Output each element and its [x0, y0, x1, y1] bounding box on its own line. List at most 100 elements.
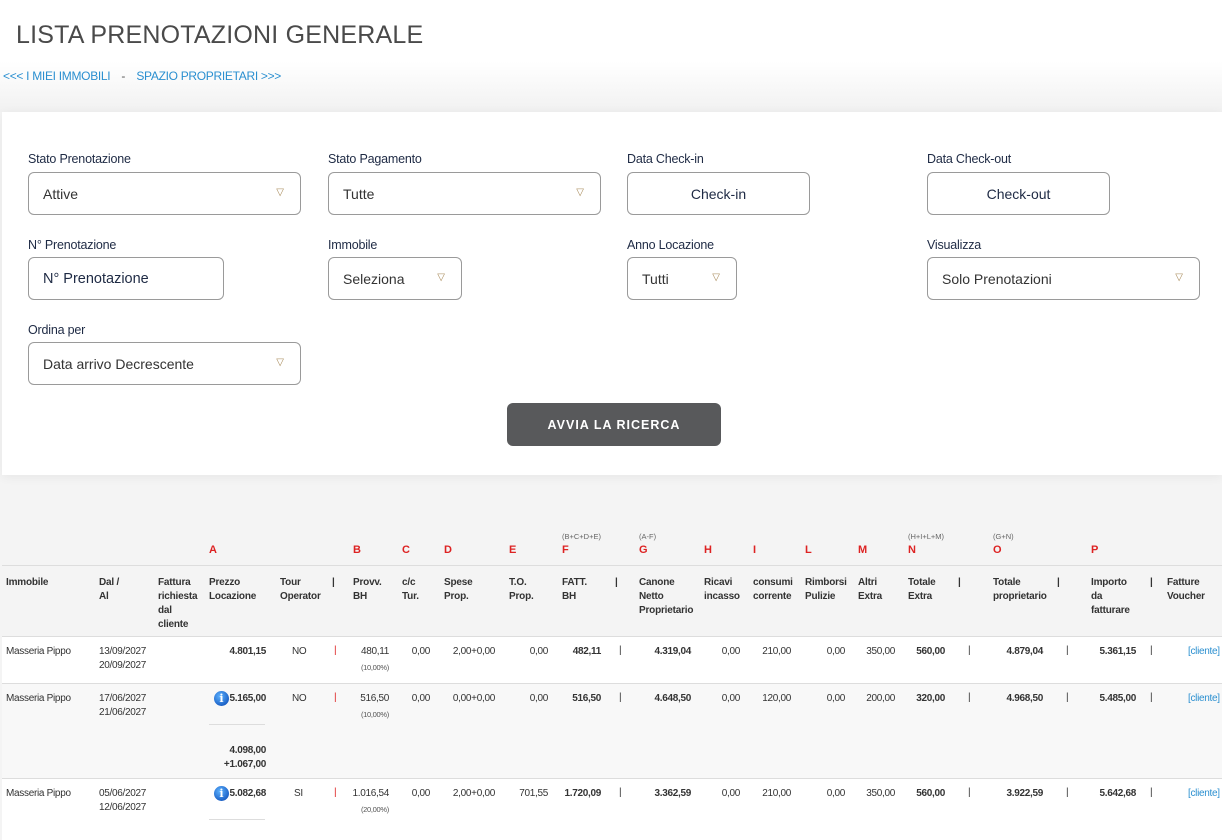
th-immobile: Immobile [6, 577, 49, 588]
back-to-properties-link[interactable]: <<< I MIEI IMMOBILI [3, 69, 111, 83]
cell-provv: 480,11 [360, 646, 389, 657]
row-pipe: | [968, 692, 971, 703]
col-letter-a: A [209, 544, 217, 556]
stato-pagamento-value: Tutte [343, 185, 375, 202]
voucher-client-link[interactable]: [cliente] [1188, 787, 1220, 801]
cell-prezzo: 4.801,15 [229, 646, 266, 657]
th-pipe: | [332, 577, 335, 588]
price-divider [209, 819, 265, 820]
cell-prezzo: 5.082,68 [229, 788, 266, 799]
cell-ricavi: 0,00 [721, 788, 741, 799]
table-row: Masseria Pippo 05/06/2027 12/06/2027 i 5.… [2, 779, 1222, 840]
breadcrumb-nav: <<< I MIEI IMMOBILI - SPAZIO PROPRIETARI >… [3, 69, 281, 83]
stato-prenotazione-select[interactable]: Attive ▽ [28, 172, 301, 215]
ordina-per-value: Data arrivo Decrescente [43, 355, 194, 372]
cell-tour: NO [292, 693, 307, 704]
row-pipe: | [334, 787, 337, 798]
row-pipe: | [334, 645, 337, 656]
th-canone: Canone Netto Proprietario [639, 577, 694, 616]
stato-pagamento-label: Stato Pagamento [328, 152, 422, 166]
th-importo: Importo da fatturare [1091, 577, 1130, 616]
numero-prenotazione-input[interactable]: N° Prenotazione [28, 257, 224, 300]
checkin-date-input[interactable]: Check-in [627, 172, 810, 215]
cell-totale-prop: 3.922,59 [1006, 788, 1043, 799]
stato-pagamento-select[interactable]: Tutte ▽ [328, 172, 601, 215]
ordina-per-select[interactable]: Data arrivo Decrescente ▽ [28, 342, 301, 385]
th-pipe: | [615, 577, 618, 588]
data-checkout-label: Data Check-out [927, 152, 1012, 166]
triangle-down-icon: ▽ [1175, 272, 1183, 283]
cell-immobile: Masseria Pippo [6, 646, 71, 657]
col-letter-p: P [1091, 544, 1099, 556]
cell-importo: 5.642,68 [1099, 788, 1136, 799]
price-divider [209, 724, 265, 725]
cell-fatt: 516,50 [572, 693, 601, 704]
th-rimborsi: Rimborsi Pulizie [805, 577, 847, 602]
cell-to: 0,00 [529, 693, 549, 704]
immobile-value: Seleziona [343, 270, 405, 287]
row-pipe: | [968, 645, 971, 656]
cell-altri: 350,00 [866, 646, 895, 657]
col-letter-h: H [704, 544, 712, 556]
cell-immobile: Masseria Pippo [6, 693, 71, 704]
cell-fatt: 482,11 [572, 646, 602, 657]
row-pipe: | [1066, 645, 1069, 656]
cell-immobile: Masseria Pippo [6, 788, 71, 799]
row-pipe: | [1150, 787, 1153, 798]
stato-prenotazione-label: Stato Prenotazione [28, 152, 131, 166]
cell-consumi: 210,00 [762, 788, 791, 799]
th-dal-al: Dal / Al [99, 577, 120, 602]
cell-prezzo: 5.165,00 [229, 693, 266, 704]
formula-g: (A-F) [639, 532, 657, 541]
visualizza-value: Solo Prenotazioni [942, 270, 1052, 287]
col-letter-l: L [805, 544, 812, 556]
th-prezzo: Prezzo Locazione [209, 577, 257, 602]
cell-to: 0,00 [529, 646, 549, 657]
checkin-placeholder: Check-in [690, 185, 747, 202]
cell-canone: 3.362,59 [654, 788, 691, 799]
cell-dates: 05/06/2027 12/06/2027 [99, 788, 147, 813]
th-cc: c/c Tur. [402, 577, 419, 602]
cell-totale-extra: 560,00 [916, 646, 945, 657]
checkout-placeholder: Check-out [986, 185, 1051, 202]
page: LISTA PRENOTAZIONI GENERALE <<< I MIEI I… [0, 0, 1222, 840]
anno-locazione-select[interactable]: Tutti ▽ [627, 257, 737, 300]
owners-area-link[interactable]: SPAZIO PROPRIETARI >>> [136, 69, 281, 83]
cell-altri: 200,00 [866, 693, 895, 704]
col-letter-c: C [402, 544, 410, 556]
table-row: Masseria Pippo 13/09/2027 20/09/2027 4.80… [2, 637, 1222, 684]
formula-o: (G+N) [993, 532, 1014, 541]
cell-totale-extra: 560,00 [916, 788, 945, 799]
cell-ricavi: 0,00 [721, 646, 741, 657]
triangle-down-icon: ▽ [712, 272, 720, 283]
cell-totale-prop: 4.968,50 [1006, 693, 1043, 704]
row-pipe: | [1066, 692, 1069, 703]
row-pipe: | [619, 787, 622, 798]
checkout-date-input[interactable]: Check-out [927, 172, 1110, 215]
cell-ricavi: 0,00 [721, 693, 741, 704]
col-letter-i: I [753, 544, 757, 556]
voucher-client-link[interactable]: [cliente] [1188, 645, 1220, 659]
cell-canone: 4.319,04 [654, 646, 691, 657]
cell-tour: SI [294, 788, 303, 799]
column-letters-row: (B+C+D+E) (A-F) (H+I+L+M) (G+N) A B C D … [2, 527, 1222, 565]
cell-dates: 13/09/2027 20/09/2027 [99, 646, 147, 671]
cell-rimborsi: 0,00 [826, 788, 846, 799]
cell-consumi: 210,00 [762, 646, 791, 657]
cell-spese: 2,00+0,00 [452, 788, 495, 799]
th-pipe: | [1057, 577, 1060, 588]
row-pipe: | [968, 787, 971, 798]
immobile-select[interactable]: Seleziona ▽ [328, 257, 462, 300]
row-pipe: | [1066, 787, 1069, 798]
immobile-label: Immobile [328, 238, 378, 252]
cell-provv: 516,50 [360, 693, 389, 704]
cell-to: 701,55 [519, 788, 548, 799]
th-to: T.O. Prop. [509, 577, 534, 602]
voucher-client-link[interactable]: [cliente] [1188, 692, 1220, 706]
visualizza-select[interactable]: Solo Prenotazioni ▽ [927, 257, 1200, 300]
cell-altri: 350,00 [866, 788, 895, 799]
th-fattura: Fattura richiesta dal cliente [158, 577, 198, 630]
th-totale-proprietario: Totale proprietario [993, 577, 1047, 602]
search-button[interactable]: AVVIA LA RICERCA [507, 403, 721, 446]
header-band: LISTA PRENOTAZIONI GENERALE <<< I MIEI I… [0, 0, 1222, 112]
